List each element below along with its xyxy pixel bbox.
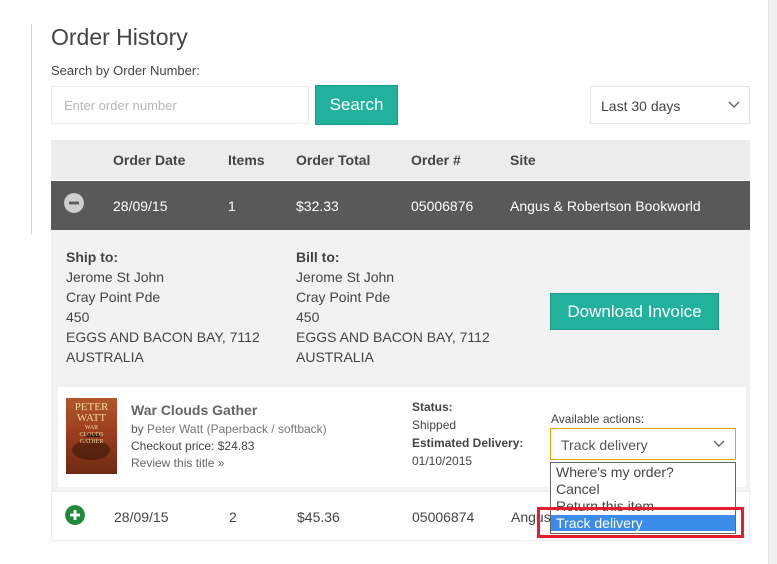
order-total: $32.33 (296, 198, 339, 214)
orders-table-header: Order Date Items Order Total Order # Sit… (51, 140, 750, 180)
order-items: 1 (228, 198, 236, 214)
date-range-value: Last 30 days (601, 98, 681, 114)
cover-author-last: WATT (76, 412, 107, 424)
checkout-price: $24.83 (217, 439, 255, 453)
status-value: Shipped (412, 418, 457, 432)
checkout-price-line: Checkout price: $24.83 (131, 439, 254, 453)
book-author-line: by Peter Watt (Paperback / softback) (131, 422, 327, 436)
shipping-status-block: Status: Shipped Estimated Delivery: 01/1… (412, 398, 523, 470)
highlight-box (537, 507, 744, 538)
bill-to-line: AUSTRALIA (296, 349, 374, 365)
available-actions-select[interactable]: Track delivery (550, 428, 736, 460)
ship-to-address: Ship to: Jerome St John Cray Point Pde 4… (66, 247, 260, 367)
order-date: 28/09/15 (113, 198, 168, 214)
action-option-cancel[interactable]: Cancel (551, 481, 735, 497)
action-option-wheres-my-order[interactable]: Where's my order? (551, 464, 735, 480)
order-total: $45.36 (297, 509, 340, 525)
review-title-link[interactable]: Review this title » (131, 456, 224, 470)
checkout-price-label: Checkout price: (131, 439, 215, 453)
chevron-down-icon (713, 440, 725, 447)
col-order-number: Order # (411, 152, 461, 168)
search-button[interactable]: Search (315, 85, 398, 125)
bill-to-line: Jerome St John (296, 269, 395, 285)
by-label: by (131, 422, 144, 436)
download-invoice-button[interactable]: Download Invoice (550, 293, 719, 330)
ship-to-line: EGGS AND BACON BAY, 7112 (66, 329, 260, 345)
date-range-select[interactable]: Last 30 days (590, 86, 750, 124)
book-author: Peter Watt (Paperback / softback) (147, 422, 327, 436)
ship-to-line: 450 (66, 309, 90, 325)
page-title: Order History (51, 24, 188, 50)
search-label: Search by Order Number: (51, 63, 200, 78)
order-details-panel: Ship to: Jerome St John Cray Point Pde 4… (51, 230, 750, 491)
col-order-total: Order Total (296, 152, 371, 168)
order-date: 28/09/15 (114, 509, 169, 525)
estimated-delivery-label: Estimated Delivery: (412, 436, 524, 450)
available-actions-label: Available actions: (551, 412, 645, 426)
ship-to-line: Jerome St John (66, 269, 165, 285)
bill-to-line: EGGS AND BACON BAY, 7112 (296, 329, 490, 345)
status-label: Status: (412, 400, 453, 414)
col-site: Site (510, 152, 536, 168)
cover-title-word: CLOUDS (79, 432, 104, 438)
cover-title-word: WAR (84, 425, 99, 431)
order-number: 05006874 (412, 509, 475, 525)
book-cover-image[interactable]: PETER WATT WAR CLOUDS GATHER (66, 398, 117, 474)
minus-circle-icon[interactable] (64, 193, 84, 213)
plus-circle-icon[interactable] (65, 505, 85, 525)
col-items: Items (228, 152, 265, 168)
order-site: Angus & Robertson Bookworld (510, 198, 701, 214)
order-search-input[interactable] (51, 86, 309, 124)
ship-to-line: AUSTRALIA (66, 349, 144, 365)
left-divider (31, 24, 32, 234)
bill-to-line: Cray Point Pde (296, 289, 391, 305)
book-title[interactable]: War Clouds Gather (131, 402, 257, 418)
bill-to-line: 450 (296, 309, 320, 325)
estimated-delivery-date: 01/10/2015 (412, 454, 473, 468)
ship-to-line: Cray Point Pde (66, 289, 161, 305)
ship-to-label: Ship to: (66, 249, 119, 265)
cover-title-word: GATHER (79, 439, 104, 445)
bill-to-label: Bill to: (296, 249, 340, 265)
actions-selected-value: Track delivery (561, 437, 648, 453)
col-order-date: Order Date (113, 152, 186, 168)
order-row-expanded[interactable]: 28/09/15 1 $32.33 05006876 Angus & Rober… (51, 181, 750, 230)
order-items: 2 (229, 509, 237, 525)
scrollbar-track[interactable] (768, 0, 777, 564)
chevron-down-icon (728, 101, 740, 108)
bill-to-address: Bill to: Jerome St John Cray Point Pde 4… (296, 247, 490, 367)
order-number: 05006876 (411, 198, 474, 214)
